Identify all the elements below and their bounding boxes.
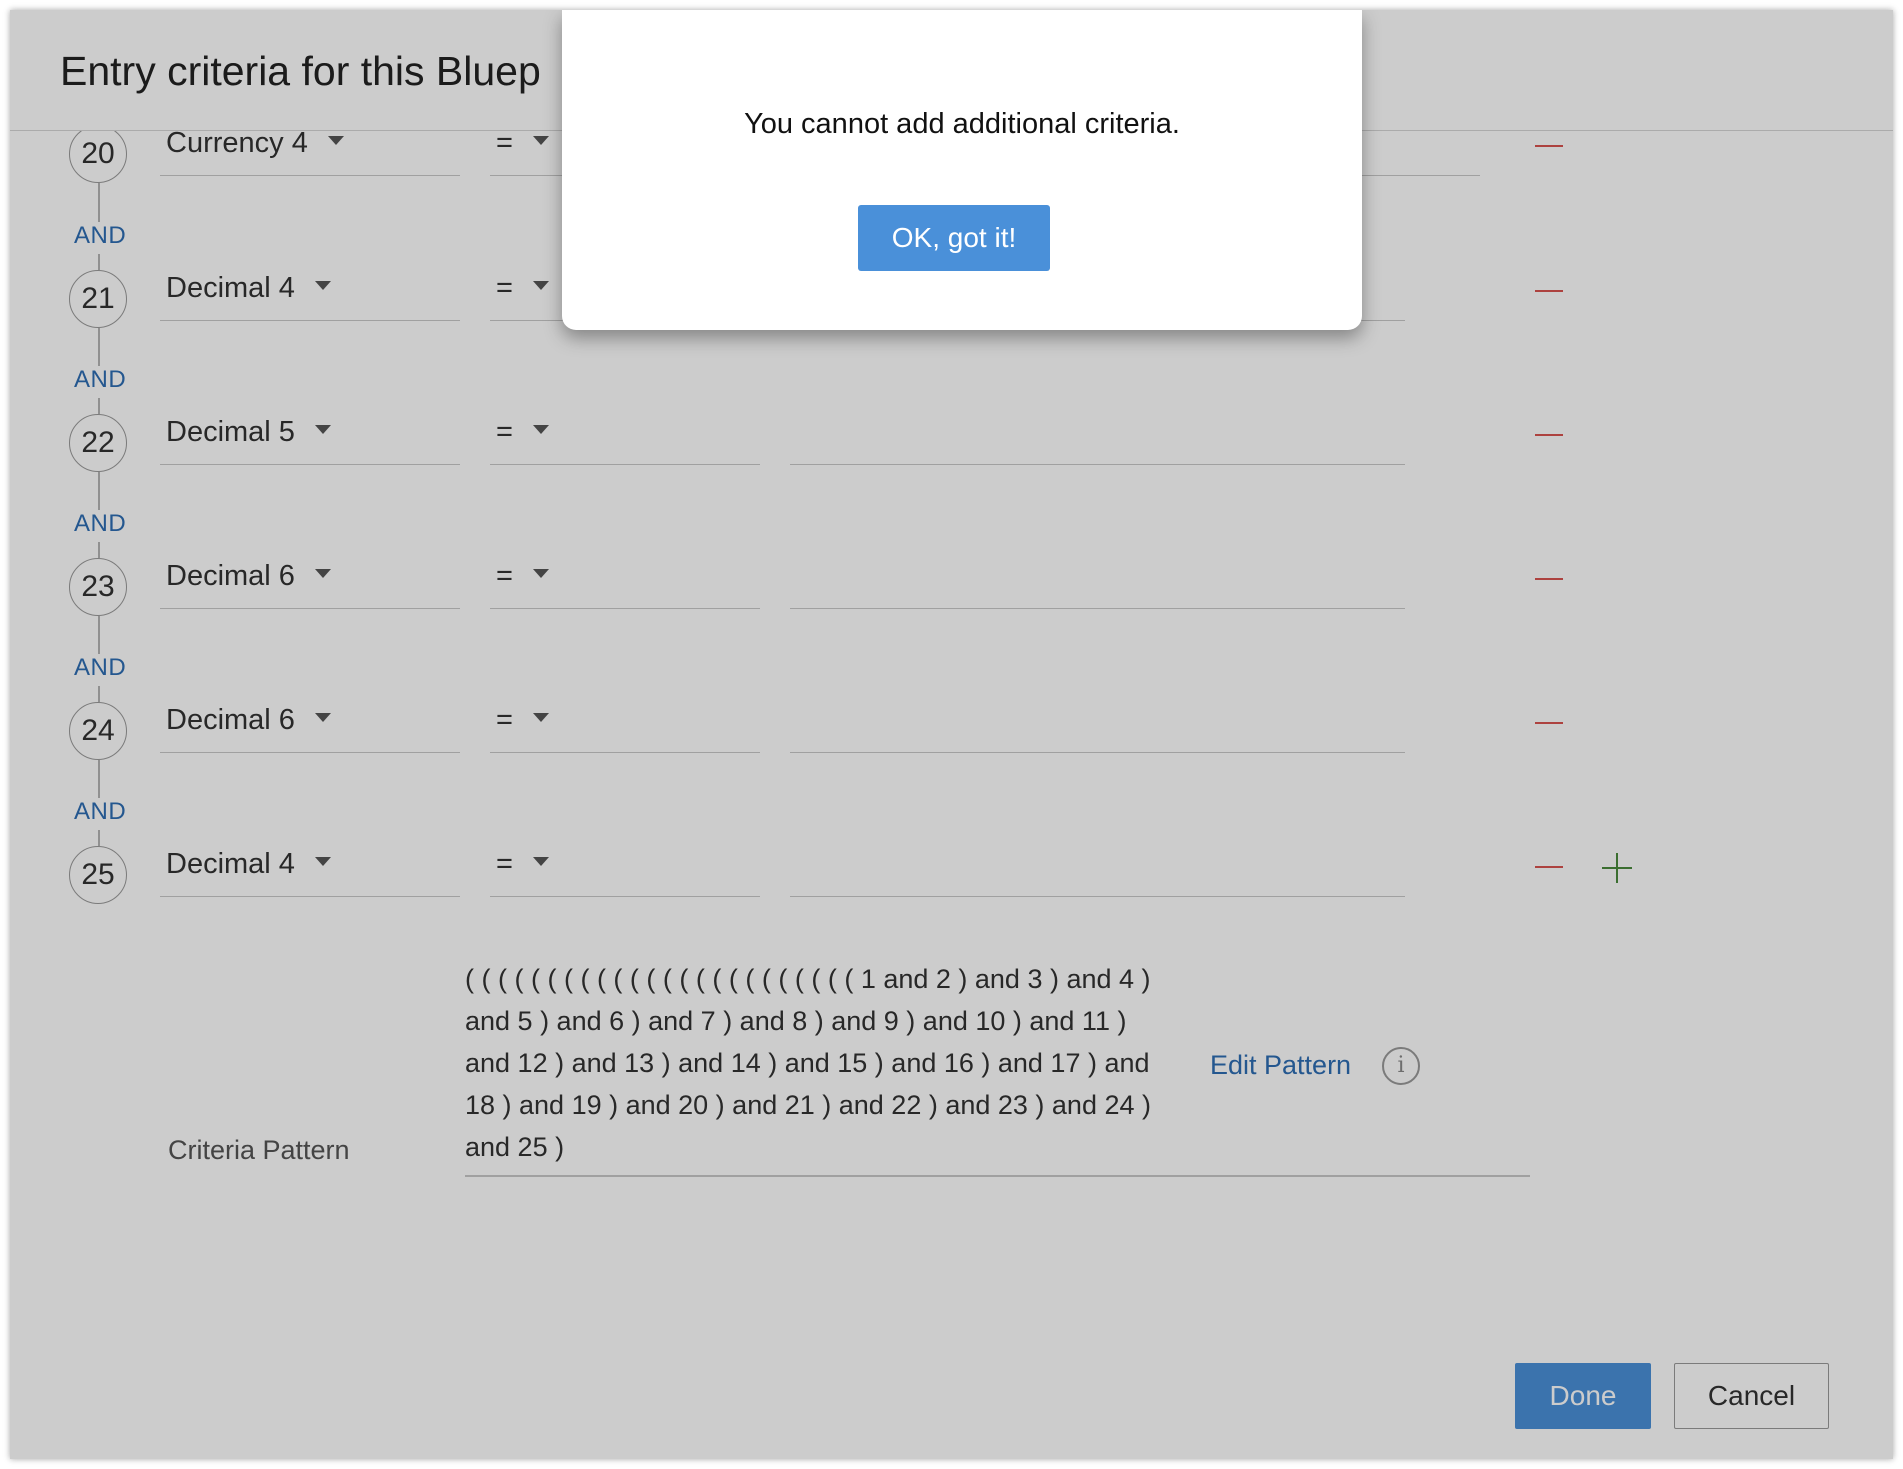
alert-message: You cannot add additional criteria. xyxy=(744,108,1180,140)
ok-button[interactable]: OK, got it! xyxy=(858,205,1050,271)
criteria-dialog: 20 Currency 4 = AND 21 Decimal 4 = AND 2… xyxy=(10,10,1893,1459)
alert-modal: You cannot add additional criteria. OK, … xyxy=(562,10,1362,330)
